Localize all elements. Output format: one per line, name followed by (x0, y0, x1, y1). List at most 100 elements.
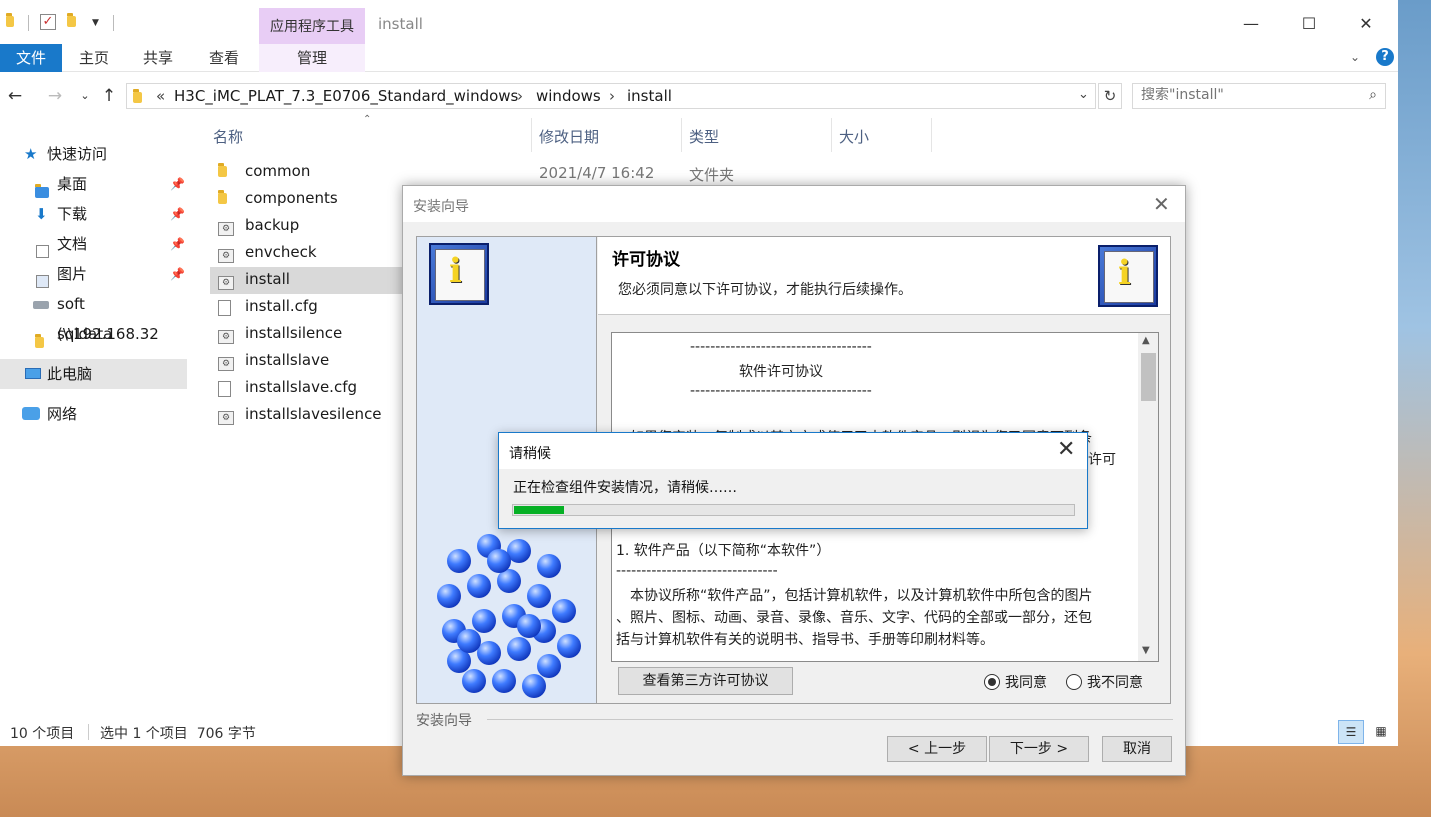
large-icons-view-icon[interactable]: ▦ (1368, 720, 1394, 744)
bead-shape (492, 669, 516, 693)
scrollbar-thumb[interactable] (1141, 353, 1156, 401)
breadcrumb-overflow[interactable]: « (156, 87, 165, 105)
details-view-icon[interactable]: ☰ (1338, 720, 1364, 744)
sidebar-item-pictures[interactable]: 图片 📌 (0, 259, 187, 289)
column-divider[interactable] (681, 118, 682, 152)
back-button[interactable]: < 上一步 (887, 736, 987, 762)
new-folder-icon[interactable] (67, 13, 83, 31)
sidebar-item-desktop[interactable]: 桌面 📌 (0, 169, 187, 199)
pin-icon[interactable]: 📌 (170, 199, 185, 229)
disagree-radio[interactable]: 我不同意 (1066, 672, 1156, 692)
chevron-right-icon[interactable]: › (609, 87, 615, 105)
pin-icon[interactable]: 📌 (170, 259, 185, 289)
tab-view[interactable]: 查看 (190, 44, 258, 72)
up-arrow-icon[interactable]: ↑ (98, 84, 120, 108)
network-icon (22, 407, 40, 420)
breadcrumb-item[interactable]: windows (536, 87, 601, 105)
file-name: backup (245, 216, 300, 234)
tab-manage[interactable]: 管理 (259, 44, 365, 72)
column-header-type[interactable]: 类型 (689, 126, 719, 147)
search-box[interactable]: ⌕ (1132, 83, 1386, 109)
file-row-common[interactable]: common (210, 159, 402, 186)
license-scrollbar[interactable]: ▲ ▼ (1138, 333, 1158, 661)
view-third-party-license-button[interactable]: 查看第三方许可协议 (618, 667, 793, 695)
column-header-modified[interactable]: 修改日期 (539, 126, 599, 147)
expand-ribbon-icon[interactable]: ⌄ (1350, 50, 1360, 64)
minimize-button[interactable]: — (1236, 12, 1266, 36)
dialog-title: 请稍候 (509, 446, 551, 462)
close-button[interactable]: ✕ (1351, 12, 1381, 36)
tab-file[interactable]: 文件 (0, 44, 62, 72)
progress-bar (512, 504, 1075, 516)
folder-icon[interactable] (6, 13, 22, 31)
file-row-installslave-cfg[interactable]: installslave.cfg (210, 375, 402, 402)
sidebar-item-quick-access[interactable]: ★ 快速访问 (0, 139, 187, 169)
pin-icon[interactable]: 📌 (170, 169, 185, 199)
breadcrumb-item[interactable]: H3C_iMC_PLAT_7.3_E0706_Standard_windows (174, 87, 518, 105)
scroll-up-icon[interactable]: ▲ (1142, 335, 1150, 346)
radio-label: 我同意 (1005, 675, 1047, 691)
column-divider[interactable] (931, 118, 932, 152)
address-bar[interactable]: « H3C_iMC_PLAT_7.3_E0706_Standard_window… (126, 83, 1096, 109)
file-row-installslavesilence[interactable]: ⚙ installslavesilence (210, 402, 402, 429)
sidebar-item-documents[interactable]: 文档 📌 (0, 229, 187, 259)
next-button[interactable]: 下一步 > (989, 736, 1089, 762)
column-header-name[interactable]: 名称 (213, 126, 243, 147)
close-icon[interactable]: ✕ (1057, 437, 1075, 462)
bead-shape (537, 654, 561, 678)
chevron-down-icon[interactable]: ⌄ (1078, 87, 1089, 102)
license-line: 、照片、图标、动画、录音、录像、音乐、文字、代码的全部或一部分，还包 (616, 610, 1092, 626)
breadcrumb-item[interactable]: install (627, 87, 672, 105)
document-icon (218, 300, 231, 320)
wizard-header: 许可协议 您必须同意以下许可协议，才能执行后续操作。 (598, 237, 1170, 315)
customize-quick-access-icon[interactable]: ▼ (92, 18, 99, 28)
radio-dot[interactable] (984, 674, 1000, 690)
window-title: install (378, 15, 423, 33)
tab-home[interactable]: 主页 (62, 44, 126, 72)
cancel-button[interactable]: 取消 (1102, 736, 1172, 762)
radio-dot[interactable] (1066, 674, 1082, 690)
properties-icon[interactable]: ✓ (40, 14, 56, 30)
chevron-right-icon[interactable]: › (517, 87, 523, 105)
scroll-down-icon[interactable]: ▼ (1142, 645, 1150, 656)
divider (487, 719, 1173, 720)
file-row-install[interactable]: ⚙ install (210, 267, 402, 294)
help-icon[interactable]: ? (1376, 48, 1394, 66)
search-input[interactable] (1141, 87, 1351, 103)
tab-share[interactable]: 共享 (126, 44, 190, 72)
sidebar-item-network[interactable]: 网络 (0, 399, 187, 429)
license-line: ------------------------------------ (690, 383, 872, 399)
maximize-button[interactable]: ☐ (1294, 12, 1324, 36)
search-icon[interactable]: ⌕ (1369, 87, 1377, 103)
refresh-icon[interactable]: ↻ (1098, 83, 1122, 109)
star-icon: ★ (24, 145, 38, 163)
sidebar-item-network-share[interactable]: soft (\\192.168.32 (0, 289, 187, 343)
file-name: envcheck (245, 243, 317, 261)
page-title: 许可协议 (612, 250, 680, 270)
navigation-bar: ← → ⌄ ↑ « H3C_iMC_PLAT_7.3_E0706_Standar… (0, 80, 1398, 112)
file-row-backup[interactable]: ⚙ backup (210, 213, 402, 240)
recent-locations-icon[interactable]: ⌄ (74, 84, 96, 108)
close-icon[interactable]: ✕ (1153, 192, 1170, 216)
forward-arrow-icon[interactable]: → (44, 84, 66, 108)
file-name: install (245, 270, 290, 288)
column-divider[interactable] (531, 118, 532, 152)
file-row-installsilence[interactable]: ⚙ installsilence (210, 321, 402, 348)
file-row-envcheck[interactable]: ⚙ envcheck (210, 240, 402, 267)
back-arrow-icon[interactable]: ← (4, 84, 26, 108)
file-name: installsilence (245, 324, 343, 342)
column-divider[interactable] (831, 118, 832, 152)
title-bar: ✓ ▼ 应用程序工具 install — ☐ ✕ (0, 0, 1398, 44)
file-row-installslave[interactable]: ⚙ installslave (210, 348, 402, 375)
license-line: 本协议所称“软件产品”，包括计算机软件，以及计算机软件中所包含的图片 (630, 588, 1093, 604)
column-header-size[interactable]: 大小 (839, 126, 869, 147)
sidebar-item-sqldata[interactable]: sqldata (0, 319, 187, 349)
file-row-install-cfg[interactable]: install.cfg (210, 294, 402, 321)
sidebar-item-downloads[interactable]: ⬇ 下载 📌 (0, 199, 187, 229)
info-logo-icon (429, 243, 489, 305)
sidebar-item-this-pc[interactable]: 此电脑 (0, 359, 187, 389)
file-row-components[interactable]: components (210, 186, 402, 213)
pin-icon[interactable]: 📌 (170, 229, 185, 259)
context-tab-header: 应用程序工具 (259, 8, 365, 44)
agree-radio[interactable]: 我同意 (984, 672, 1054, 692)
